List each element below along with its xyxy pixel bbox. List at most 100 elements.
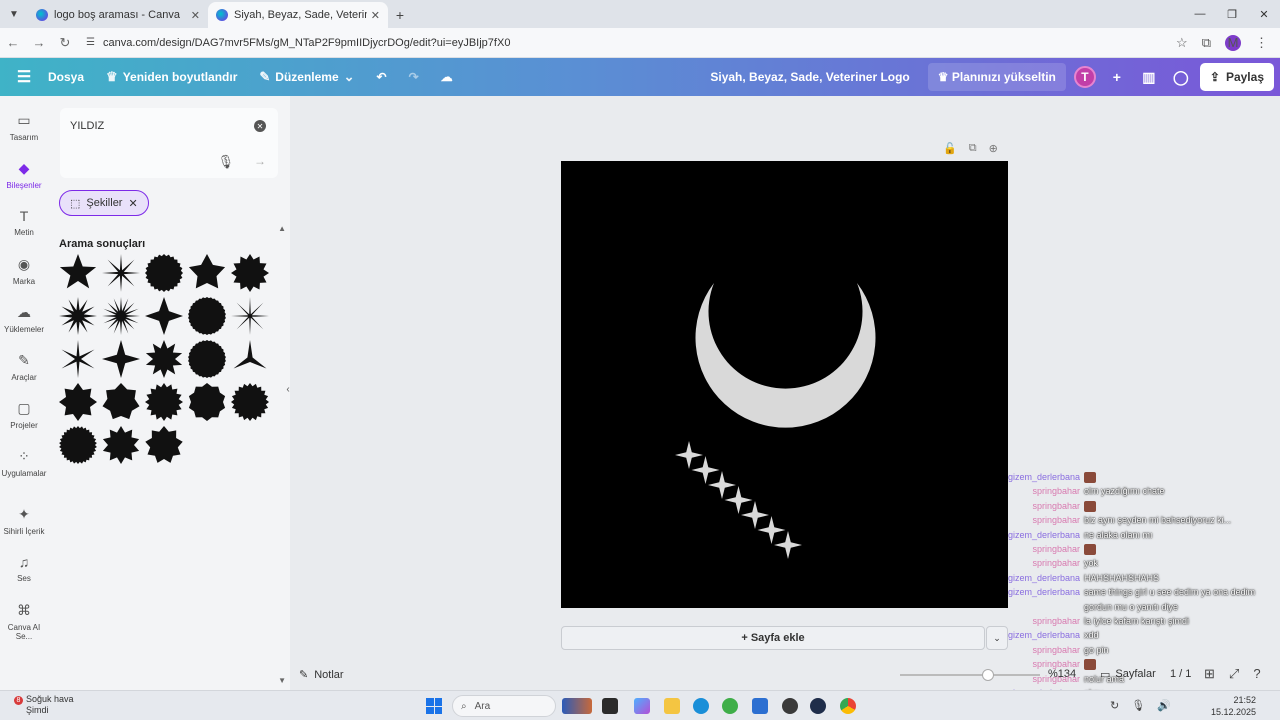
shape-result-icon[interactable] bbox=[188, 383, 226, 421]
shape-result-icon[interactable] bbox=[231, 297, 269, 335]
share-button[interactable]: ⇪ Paylaş bbox=[1199, 63, 1274, 91]
shape-result-icon[interactable] bbox=[102, 254, 140, 292]
profile-avatar[interactable]: M bbox=[1225, 34, 1241, 51]
steam-icon[interactable] bbox=[810, 698, 826, 714]
shape-result-icon[interactable] bbox=[145, 254, 183, 292]
rail-item-tools[interactable]: ✎ Araçlar bbox=[0, 352, 48, 382]
rail-item-uploads[interactable]: ☁ Yüklemeler bbox=[0, 304, 48, 334]
reload-icon[interactable]: ↻ bbox=[52, 35, 78, 51]
weather-widget[interactable]: 8 Soğuk hava Şimdi bbox=[14, 694, 74, 716]
bookmark-star-icon[interactable]: ☆ bbox=[1176, 35, 1188, 51]
shape-result-icon[interactable] bbox=[231, 254, 269, 292]
redo-icon[interactable]: ↷ bbox=[409, 70, 419, 84]
zoom-slider[interactable] bbox=[900, 674, 1040, 676]
menu-icon[interactable]: ☰ bbox=[0, 67, 48, 87]
add-page-icon[interactable]: ⊕ bbox=[989, 142, 998, 155]
insights-icon[interactable]: ▥ bbox=[1136, 69, 1162, 86]
shape-result-icon[interactable] bbox=[188, 297, 226, 335]
windows-start-icon[interactable] bbox=[426, 698, 442, 714]
tab-search-dropdown-icon[interactable]: ▼ bbox=[0, 0, 28, 28]
shape-result-icon[interactable] bbox=[145, 383, 183, 421]
close-window-icon[interactable]: ✕ bbox=[1248, 0, 1280, 28]
shape-result-icon[interactable] bbox=[102, 383, 140, 421]
app-dark-icon[interactable] bbox=[782, 698, 798, 714]
search-input[interactable]: YILDIZ ✕ 🎙 → bbox=[60, 108, 278, 178]
undo-icon[interactable]: ↶ bbox=[377, 70, 387, 84]
star-chain-shape[interactable] bbox=[675, 441, 802, 559]
rail-item-audio[interactable]: ♫ Ses bbox=[0, 554, 48, 583]
shapes-filter-chip[interactable]: ⬚ Şekiller ✕ bbox=[59, 190, 149, 216]
tab-close-icon[interactable]: ✕ bbox=[191, 9, 200, 22]
back-icon[interactable]: ← bbox=[0, 35, 26, 50]
shape-result-icon[interactable] bbox=[188, 254, 226, 292]
grid-view-icon[interactable]: ⊞ bbox=[1204, 666, 1215, 682]
rail-item-projects[interactable]: ▢ Projeler bbox=[0, 400, 48, 430]
add-page-button[interactable]: + Sayfa ekle bbox=[561, 626, 985, 650]
shape-result-icon[interactable] bbox=[59, 297, 97, 335]
clear-search-icon[interactable]: ✕ bbox=[254, 120, 266, 132]
rail-item-elements[interactable]: ◆ Bileşenler bbox=[0, 160, 48, 190]
shape-result-icon[interactable] bbox=[145, 297, 183, 335]
duplicate-icon[interactable]: ⧉ bbox=[969, 142, 977, 155]
chrome-icon[interactable] bbox=[840, 698, 856, 714]
resize-button[interactable]: ♛ Yeniden boyutlandır bbox=[106, 69, 237, 85]
user-avatar[interactable]: T bbox=[1073, 66, 1096, 88]
new-tab-button[interactable]: + bbox=[388, 2, 412, 28]
shape-result-icon[interactable] bbox=[145, 340, 183, 378]
microphone-icon[interactable]: 🎙 bbox=[217, 154, 234, 170]
shape-result-icon[interactable] bbox=[231, 340, 269, 378]
shape-result-icon[interactable] bbox=[102, 297, 140, 335]
cloud-save-icon[interactable]: ☁ bbox=[441, 70, 453, 84]
site-info-icon[interactable]: ☰ bbox=[86, 37, 95, 48]
rail-item-canva-ai[interactable]: ⌘ Canva AI Se... bbox=[0, 602, 48, 641]
store-icon[interactable] bbox=[752, 698, 768, 714]
shape-result-icon[interactable] bbox=[59, 426, 97, 464]
fullscreen-icon[interactable]: ⤢ bbox=[1229, 666, 1239, 682]
add-page-options-icon[interactable]: ⌄ bbox=[986, 626, 1008, 650]
rail-item-brand[interactable]: ◉ Marka bbox=[0, 256, 48, 286]
scroll-down-arrow-icon[interactable]: ▼ bbox=[278, 676, 286, 685]
app-green-icon[interactable] bbox=[722, 698, 738, 714]
browser-tab-2[interactable]: Siyah, Beyaz, Sade, Veteriner Lo ✕ bbox=[208, 2, 388, 28]
add-collaborator-icon[interactable]: + bbox=[1104, 69, 1130, 85]
restore-icon[interactable]: ❐ bbox=[1216, 0, 1248, 28]
zoom-slider-handle[interactable] bbox=[982, 669, 994, 681]
file-explorer-icon[interactable] bbox=[664, 698, 680, 714]
design-artboard[interactable] bbox=[561, 161, 1008, 608]
copilot-icon[interactable] bbox=[634, 698, 650, 714]
shape-result-icon[interactable] bbox=[188, 340, 226, 378]
lock-icon[interactable]: 🔓 bbox=[943, 142, 957, 155]
refresh-icon[interactable]: ↻ bbox=[1110, 699, 1119, 712]
extensions-icon[interactable]: ⧉ bbox=[1202, 35, 1211, 51]
document-title[interactable]: Siyah, Beyaz, Sade, Veteriner Logo bbox=[710, 70, 909, 84]
browser-menu-icon[interactable]: ⋮ bbox=[1255, 35, 1268, 51]
taskbar-search[interactable]: ⌕ Ara bbox=[452, 695, 556, 717]
submit-arrow-icon[interactable]: → bbox=[254, 154, 266, 168]
shape-result-icon[interactable] bbox=[145, 426, 183, 464]
url-field[interactable]: ☰ canva.com/design/DAG7mvr5FMs/gM_NTaP2F… bbox=[86, 32, 1168, 54]
crescent-moon-shape[interactable] bbox=[695, 283, 876, 428]
tab-close-icon[interactable]: ✕ bbox=[371, 9, 380, 22]
notes-button[interactable]: ✎ Notlar bbox=[299, 668, 344, 682]
shape-result-icon[interactable] bbox=[102, 426, 140, 464]
edit-mode-button[interactable]: ✎ Düzenleme ⌄ bbox=[259, 69, 354, 85]
widget-thumbnail-icon[interactable] bbox=[562, 698, 592, 714]
help-icon[interactable]: ? bbox=[1253, 666, 1260, 682]
browser-tab-1[interactable]: logo boş araması - Canva ✕ bbox=[28, 2, 208, 28]
rail-item-magic[interactable]: ✦ Sihirli İçerik bbox=[0, 506, 48, 536]
task-view-icon[interactable] bbox=[602, 698, 618, 714]
rail-item-design[interactable]: ▭ Tasarım bbox=[0, 112, 48, 142]
microphone-icon[interactable]: 🎙 bbox=[1131, 699, 1145, 712]
scroll-up-arrow-icon[interactable]: ▲ bbox=[278, 224, 286, 233]
minimize-icon[interactable]: — bbox=[1184, 0, 1216, 28]
rail-item-apps[interactable]: ⁘ Uygulamalar bbox=[0, 448, 48, 478]
remove-filter-icon[interactable]: ✕ bbox=[128, 197, 137, 210]
volume-icon[interactable]: 🔊 bbox=[1157, 699, 1171, 712]
rail-item-text[interactable]: T Metin bbox=[0, 208, 48, 237]
shape-result-icon[interactable] bbox=[231, 383, 269, 421]
upgrade-button[interactable]: ♛ Planınızı yükseltin bbox=[927, 63, 1066, 91]
file-menu[interactable]: Dosya bbox=[48, 70, 84, 84]
system-clock[interactable]: 21:52 15.12.2025 bbox=[1210, 694, 1256, 718]
edge-icon[interactable] bbox=[693, 698, 709, 714]
comment-icon[interactable]: ◯ bbox=[1168, 69, 1194, 86]
